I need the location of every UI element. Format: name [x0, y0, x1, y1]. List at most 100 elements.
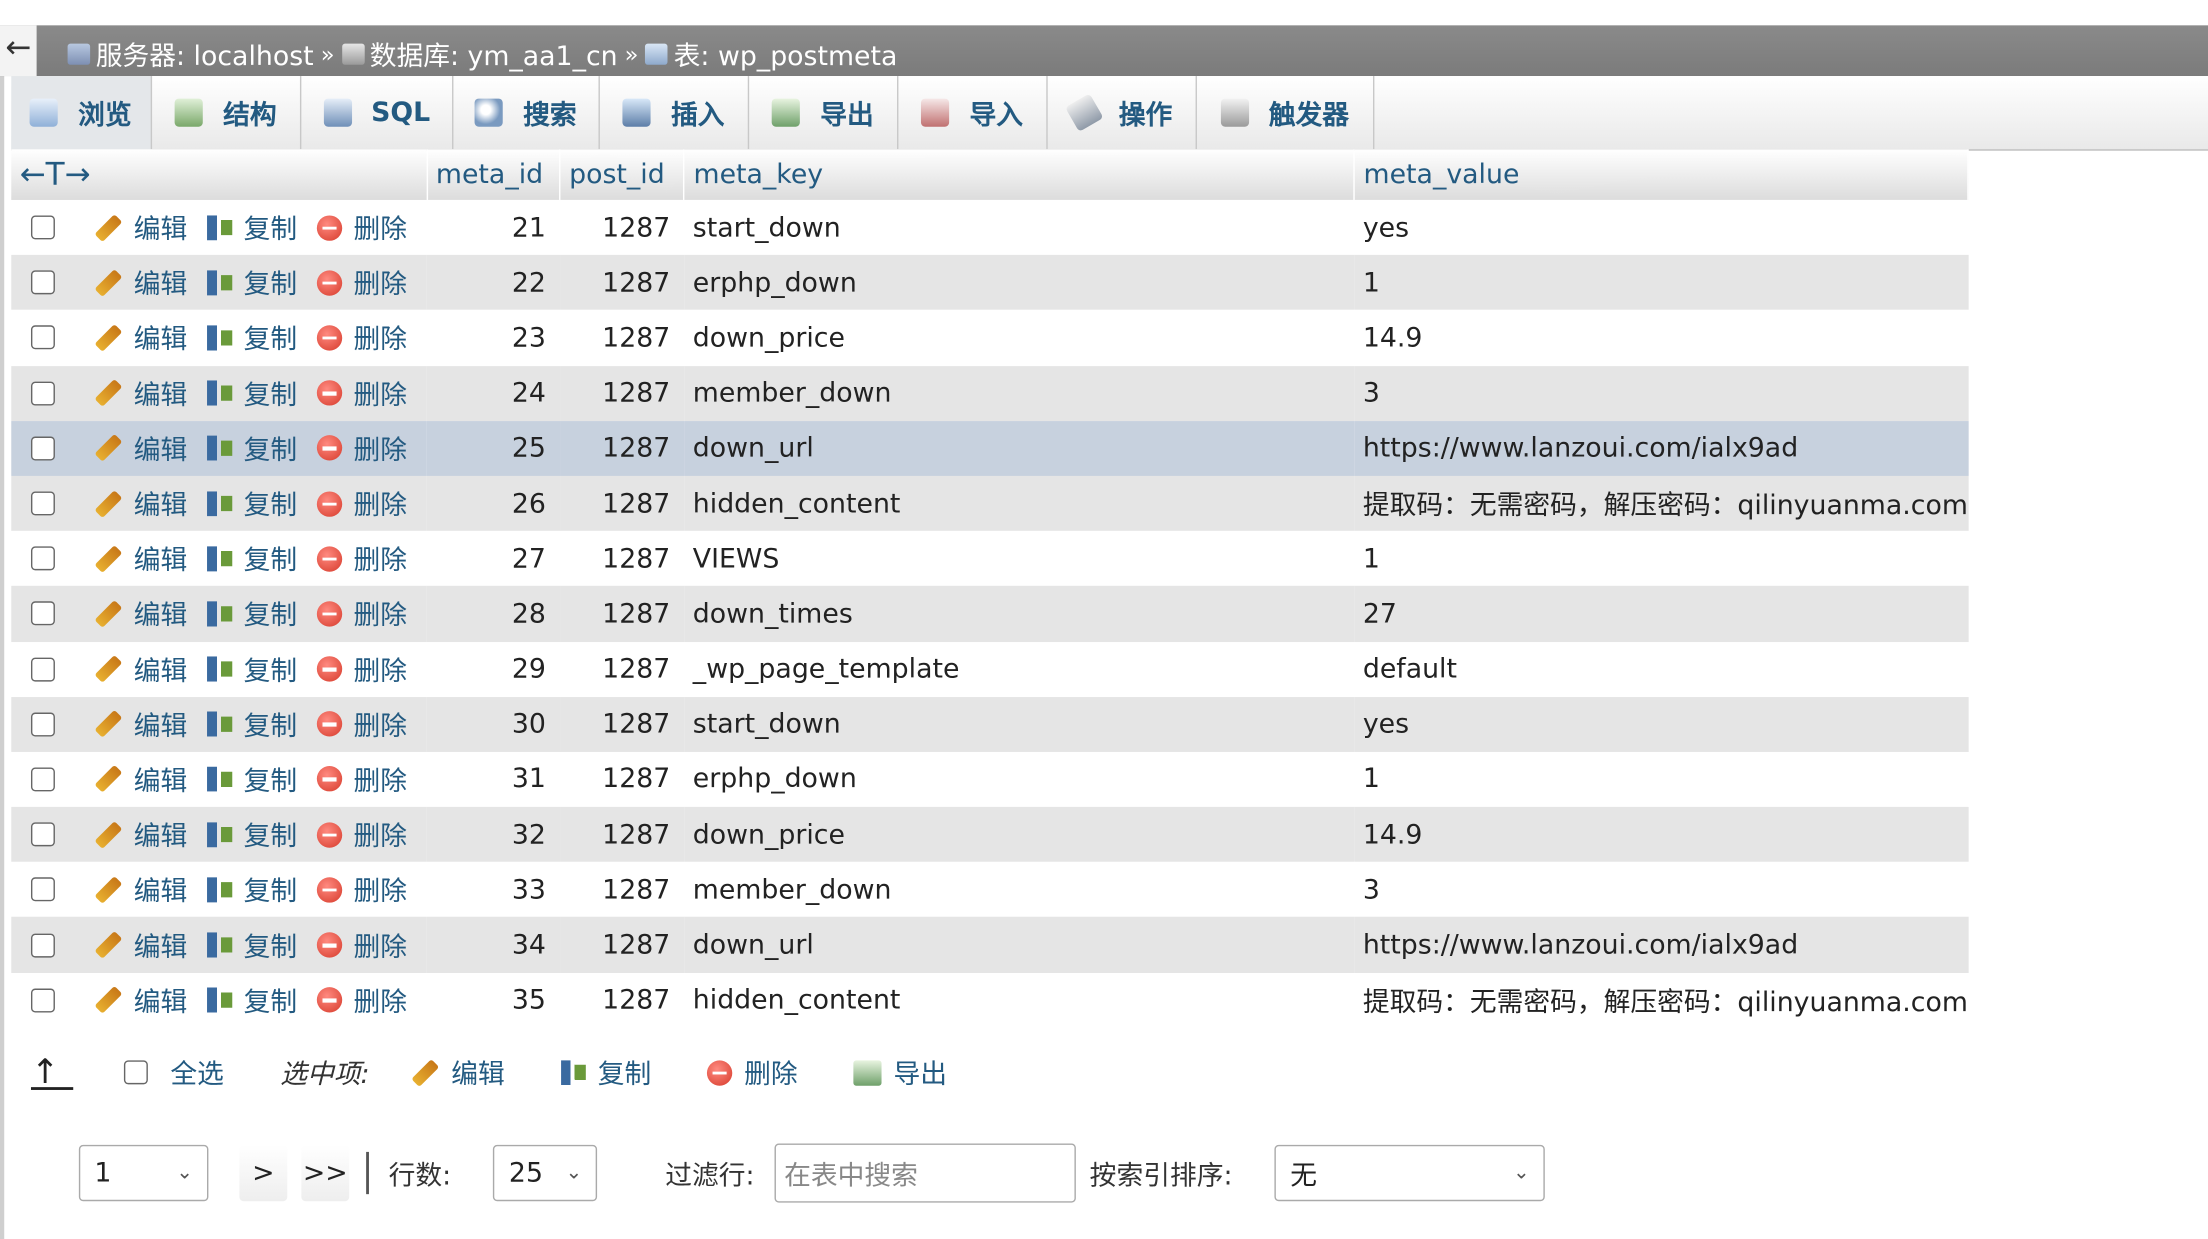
cell-post-id[interactable]: 1287: [559, 199, 685, 256]
cell-meta-value[interactable]: 提取码：无需密码，解压密码：qilinyuanma.com: [1354, 475, 1968, 532]
table-row[interactable]: 编辑 复制 删除 30 1287 start_down yes: [11, 696, 1968, 752]
cell-meta-key[interactable]: down_url: [684, 917, 1355, 973]
cell-post-id[interactable]: 1287: [559, 696, 685, 752]
row-checkbox[interactable]: [30, 270, 55, 295]
cell-meta-id[interactable]: 24: [426, 365, 560, 421]
edit-row-link[interactable]: 编辑: [94, 264, 187, 302]
cell-meta-key[interactable]: down_times: [684, 586, 1355, 642]
table-row[interactable]: 编辑 复制 删除 27 1287 VIEWS 1: [11, 531, 1968, 587]
column-header-meta-value[interactable]: meta_value: [1354, 149, 1969, 200]
delete-row-link[interactable]: 删除: [316, 374, 407, 412]
cell-meta-value[interactable]: default: [1354, 641, 1968, 697]
copy-row-link[interactable]: 复制: [207, 705, 297, 743]
table-row[interactable]: 编辑 复制 删除 22 1287 erphp_down 1: [11, 255, 1968, 311]
cell-meta-value[interactable]: 3: [1354, 365, 1968, 421]
select-all-label[interactable]: 全选: [170, 1053, 224, 1091]
cell-post-id[interactable]: 1287: [559, 641, 685, 697]
row-checkbox[interactable]: [30, 546, 55, 571]
cell-meta-id[interactable]: 33: [426, 862, 560, 918]
cell-meta-value[interactable]: 27: [1354, 586, 1968, 642]
cell-meta-id[interactable]: 34: [426, 917, 560, 973]
cell-meta-value[interactable]: https://www.lanzoui.com/ialx9ad: [1354, 917, 1968, 973]
row-checkbox[interactable]: [30, 657, 55, 681]
edit-row-link[interactable]: 编辑: [94, 484, 187, 522]
edit-row-link[interactable]: 编辑: [94, 760, 187, 798]
sort-select[interactable]: 无 ⌄: [1274, 1144, 1546, 1202]
cell-meta-value[interactable]: 14.9: [1354, 806, 1968, 863]
copy-row-link[interactable]: 复制: [207, 595, 297, 633]
delete-row-link[interactable]: 删除: [316, 760, 407, 798]
cell-meta-key[interactable]: member_down: [684, 862, 1355, 918]
cell-post-id[interactable]: 1287: [559, 586, 685, 642]
row-checkbox[interactable]: [30, 988, 55, 1013]
delete-row-link[interactable]: 删除: [316, 264, 407, 302]
cell-meta-id[interactable]: 26: [426, 475, 560, 532]
bulk-delete-button[interactable]: 删除: [707, 1053, 798, 1091]
table-row[interactable]: 编辑 复制 删除 32 1287 down_price 14.9: [11, 806, 1968, 863]
copy-row-link[interactable]: 复制: [207, 650, 297, 688]
cell-post-id[interactable]: 1287: [559, 420, 685, 476]
cell-meta-key[interactable]: member_down: [684, 365, 1355, 421]
copy-row-link[interactable]: 复制: [207, 926, 297, 964]
delete-row-link[interactable]: 删除: [316, 540, 407, 578]
delete-row-link[interactable]: 删除: [316, 981, 407, 1019]
copy-row-link[interactable]: 复制: [207, 760, 297, 798]
row-checkbox[interactable]: [30, 767, 55, 792]
cell-post-id[interactable]: 1287: [559, 365, 685, 421]
cell-meta-value[interactable]: 1: [1354, 751, 1968, 807]
cell-post-id[interactable]: 1287: [559, 255, 685, 311]
row-checkbox[interactable]: [30, 491, 55, 516]
bulk-export-button[interactable]: 导出: [854, 1053, 947, 1091]
copy-row-link[interactable]: 复制: [207, 871, 297, 909]
cell-meta-id[interactable]: 29: [426, 641, 560, 697]
cell-meta-key[interactable]: down_price: [684, 310, 1355, 366]
last-page-button[interactable]: >>: [301, 1144, 350, 1202]
cell-meta-value[interactable]: 提取码：无需密码，解压密码：qilinyuanma.com: [1354, 972, 1968, 1028]
tab-export[interactable]: 导出: [749, 76, 899, 150]
row-checkbox[interactable]: [30, 215, 55, 240]
cell-post-id[interactable]: 1287: [559, 475, 685, 532]
cell-meta-id[interactable]: 27: [426, 531, 560, 587]
table-row[interactable]: 编辑 复制 删除 21 1287 start_down yes: [11, 199, 1968, 256]
cell-meta-key[interactable]: down_price: [684, 806, 1355, 863]
cell-meta-value[interactable]: yes: [1354, 696, 1968, 752]
cell-post-id[interactable]: 1287: [559, 310, 685, 366]
cell-meta-value[interactable]: 1: [1354, 531, 1968, 587]
copy-row-link[interactable]: 复制: [207, 981, 297, 1019]
edit-row-link[interactable]: 编辑: [94, 209, 187, 247]
breadcrumb-server[interactable]: 服务器: localhost: [96, 35, 314, 73]
row-checkbox[interactable]: [30, 381, 55, 406]
cell-meta-key[interactable]: _wp_page_template: [684, 641, 1355, 697]
row-checkbox[interactable]: [30, 877, 55, 902]
filter-input[interactable]: 在表中搜索: [774, 1143, 1076, 1203]
copy-row-link[interactable]: 复制: [207, 429, 297, 467]
cell-meta-id[interactable]: 30: [426, 696, 560, 752]
copy-row-link[interactable]: 复制: [207, 374, 297, 412]
row-checkbox[interactable]: [30, 601, 55, 626]
tab-structure[interactable]: 结构: [152, 76, 302, 150]
tab-insert[interactable]: 插入: [600, 76, 750, 150]
column-header-meta-key[interactable]: meta_key: [684, 149, 1356, 200]
breadcrumb-table[interactable]: 表: wp_postmeta: [674, 35, 898, 73]
table-row[interactable]: 编辑 复制 删除 23 1287 down_price 14.9: [11, 310, 1968, 366]
edit-row-link[interactable]: 编辑: [94, 374, 187, 412]
delete-row-link[interactable]: 删除: [316, 816, 407, 854]
copy-row-link[interactable]: 复制: [207, 484, 297, 522]
row-checkbox[interactable]: [30, 436, 55, 461]
delete-row-link[interactable]: 删除: [316, 319, 407, 357]
cell-meta-key[interactable]: erphp_down: [684, 751, 1355, 807]
table-row[interactable]: 编辑 复制 删除 28 1287 down_times 27: [11, 586, 1968, 642]
cell-meta-id[interactable]: 32: [426, 806, 560, 863]
cell-meta-key[interactable]: hidden_content: [684, 972, 1355, 1028]
delete-row-link[interactable]: 删除: [316, 209, 407, 247]
table-row[interactable]: 编辑 复制 删除 34 1287 down_url https://www.lanzoui.…: [11, 917, 1968, 973]
rows-select[interactable]: 25 ⌄: [493, 1144, 598, 1202]
cell-meta-value[interactable]: yes: [1354, 199, 1968, 256]
bulk-edit-button[interactable]: 编辑: [411, 1053, 505, 1091]
cell-post-id[interactable]: 1287: [559, 751, 685, 807]
back-button[interactable]: ←: [0, 25, 37, 77]
tab-browse[interactable]: 浏览: [11, 76, 153, 150]
cell-meta-key[interactable]: start_down: [684, 696, 1355, 752]
cell-meta-id[interactable]: 35: [426, 972, 560, 1028]
edit-row-link[interactable]: 编辑: [94, 816, 187, 854]
